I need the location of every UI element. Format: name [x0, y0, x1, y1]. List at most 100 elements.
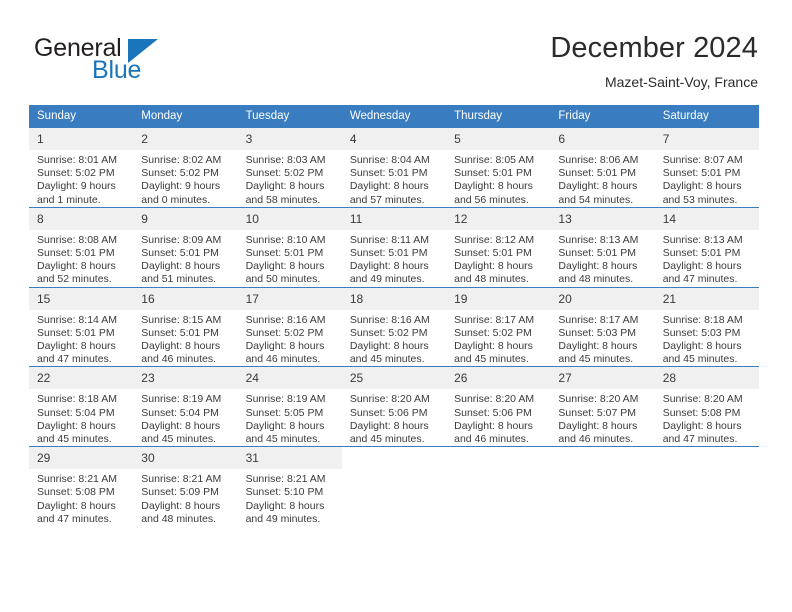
daylight-text-line2: and 54 minutes.: [558, 193, 634, 206]
daylight-text-line2: and 47 minutes.: [37, 353, 112, 366]
day-details: Sunrise: 8:18 AM Sunset: 5:03 PM Daylight:…: [655, 310, 759, 367]
sunrise-text: Sunrise: 8:20 AM: [454, 393, 535, 406]
daylight-text-line1: Daylight: 9 hours: [37, 180, 116, 193]
calendar-day-cell[interactable]: 17 Sunrise: 8:16 AM Sunset: 5:02 PM Dayligh…: [237, 286, 342, 367]
daylight-text-line1: Daylight: 8 hours: [349, 419, 429, 432]
calendar-day-cell[interactable]: 20 Sunrise: 8:17 AM Sunset: 5:03 PM Dayligh…: [550, 286, 655, 367]
day-number: 18: [341, 287, 447, 310]
calendar-day-cell[interactable]: 8 Sunrise: 8:08 AM Sunset: 5:01 PM Daylight…: [29, 206, 134, 288]
calendar-week-row: 1 Sunrise: 8:01 AM Sunset: 5:02 PM Daylight…: [29, 127, 759, 208]
daylight-text-line1: Daylight: 8 hours: [245, 260, 325, 273]
calendar-day-cell[interactable]: 2 Sunrise: 8:02 AM Sunset: 5:02 PM Daylight…: [133, 127, 238, 208]
calendar-day-cell[interactable]: 24 Sunrise: 8:19 AM Sunset: 5:05 PM Dayligh…: [237, 366, 342, 447]
sunset-text: Sunset: 5:04 PM: [141, 406, 219, 419]
calendar-day-cell[interactable]: 9 Sunrise: 8:09 AM Sunset: 5:01 PM Daylight…: [133, 206, 238, 288]
calendar-day-cell[interactable]: 13 Sunrise: 8:13 AM Sunset: 5:01 PM Dayligh…: [550, 206, 655, 288]
daylight-text-line2: and 1 minute.: [37, 193, 101, 206]
day-details: Sunrise: 8:08 AM Sunset: 5:01 PM Daylight:…: [29, 230, 133, 287]
day-number: 13: [550, 207, 655, 230]
day-number: 24: [237, 367, 342, 390]
day-number: 21: [654, 287, 759, 310]
daylight-text-line1: Daylight: 8 hours: [141, 260, 221, 273]
daylight-text-line1: Daylight: 8 hours: [558, 340, 638, 353]
calendar-day-cell[interactable]: 31 Sunrise: 8:21 AM Sunset: 5:10 PM Dayligh…: [237, 446, 342, 527]
sunset-text: Sunset: 5:02 PM: [454, 326, 532, 339]
calendar-day-cell[interactable]: 15 Sunrise: 8:14 AM Sunset: 5:01 PM Dayligh…: [29, 286, 134, 367]
daylight-text-line2: and 49 minutes.: [245, 512, 321, 525]
day-details: Sunrise: 8:20 AM Sunset: 5:06 PM Daylight:…: [446, 389, 550, 446]
day-details: Sunrise: 8:16 AM Sunset: 5:02 PM Daylight:…: [342, 310, 446, 367]
sunrise-text: Sunrise: 8:10 AM: [245, 233, 326, 246]
calendar-day-cell[interactable]: 18 Sunrise: 8:16 AM Sunset: 5:02 PM Dayligh…: [341, 286, 447, 367]
day-details: Sunrise: 8:06 AM Sunset: 5:01 PM Daylight:…: [550, 150, 654, 207]
calendar-day-cell[interactable]: 27 Sunrise: 8:20 AM Sunset: 5:07 PM Dayligh…: [550, 366, 655, 447]
day-details: Sunrise: 8:04 AM Sunset: 5:01 PM Daylight:…: [342, 150, 446, 207]
daylight-text-line2: and 50 minutes.: [245, 273, 321, 286]
day-details: Sunrise: 8:03 AM Sunset: 5:02 PM Daylight:…: [238, 150, 342, 207]
title-block: December 2024 Mazet-Saint-Voy, France: [550, 30, 758, 92]
daylight-text-line2: and 0 minutes.: [141, 193, 211, 206]
calendar-day-cell[interactable]: 1 Sunrise: 8:01 AM Sunset: 5:02 PM Daylight…: [29, 127, 134, 208]
sunrise-text: Sunrise: 8:07 AM: [662, 154, 743, 166]
calendar-day-cell-empty: [550, 446, 655, 527]
calendar-day-cell[interactable]: 4 Sunrise: 8:04 AM Sunset: 5:01 PM Daylight…: [341, 127, 447, 208]
daylight-text-line2: and 47 minutes.: [37, 512, 112, 525]
calendar-day-cell[interactable]: 11 Sunrise: 8:11 AM Sunset: 5:01 PM Dayligh…: [341, 206, 447, 288]
day-details: Sunrise: 8:01 AM Sunset: 5:02 PM Daylight:…: [29, 150, 133, 207]
calendar-day-cell[interactable]: 12 Sunrise: 8:12 AM Sunset: 5:01 PM Dayligh…: [446, 206, 551, 288]
sunrise-text: Sunrise: 8:06 AM: [558, 154, 639, 166]
sunset-text: Sunset: 5:02 PM: [349, 326, 428, 339]
calendar-day-cell[interactable]: 22 Sunrise: 8:18 AM Sunset: 5:04 PM Dayligh…: [29, 366, 134, 447]
day-number-placeholder: [654, 447, 759, 470]
sunset-text: Sunset: 5:08 PM: [37, 486, 115, 499]
day-number: 14: [654, 207, 759, 230]
daylight-text-line2: and 56 minutes.: [454, 193, 529, 206]
calendar-day-cell[interactable]: 30 Sunrise: 8:21 AM Sunset: 5:09 PM Dayligh…: [133, 446, 238, 527]
sunrise-text: Sunrise: 8:13 AM: [558, 233, 639, 246]
day-number: 4: [341, 128, 447, 150]
sunrise-text: Sunrise: 8:12 AM: [454, 233, 535, 246]
daylight-text-line2: and 46 minutes.: [558, 433, 634, 446]
general-blue-logo[interactable]: General Blue: [34, 34, 244, 90]
daylight-text-line2: and 45 minutes.: [141, 433, 216, 446]
daylight-text-line1: Daylight: 8 hours: [37, 260, 116, 273]
calendar-day-cell[interactable]: 28 Sunrise: 8:20 AM Sunset: 5:08 PM Dayligh…: [654, 366, 759, 447]
calendar-day-cell[interactable]: 7 Sunrise: 8:07 AM Sunset: 5:01 PM Daylight…: [654, 127, 759, 208]
calendar-day-cell[interactable]: 16 Sunrise: 8:15 AM Sunset: 5:01 PM Dayligh…: [133, 286, 238, 367]
daylight-text-line2: and 46 minutes.: [245, 353, 321, 366]
day-number: 28: [654, 367, 759, 390]
calendar-day-cell[interactable]: 3 Sunrise: 8:03 AM Sunset: 5:02 PM Daylight…: [237, 127, 342, 208]
day-details: Sunrise: 8:19 AM Sunset: 5:04 PM Daylight:…: [133, 389, 237, 446]
daylight-text-line1: Daylight: 8 hours: [454, 340, 533, 353]
calendar-body: 1 Sunrise: 8:01 AM Sunset: 5:02 PM Daylight…: [29, 127, 759, 527]
calendar-day-cell[interactable]: 6 Sunrise: 8:06 AM Sunset: 5:01 PM Daylight…: [550, 127, 655, 208]
calendar-day-cell[interactable]: 5 Sunrise: 8:05 AM Sunset: 5:01 PM Daylight…: [446, 127, 551, 208]
calendar-day-cell[interactable]: 26 Sunrise: 8:20 AM Sunset: 5:06 PM Dayligh…: [446, 366, 551, 447]
calendar-day-cell[interactable]: 10 Sunrise: 8:10 AM Sunset: 5:01 PM Dayligh…: [237, 206, 342, 288]
sunset-text: Sunset: 5:04 PM: [37, 406, 115, 419]
calendar-day-cell[interactable]: 21 Sunrise: 8:18 AM Sunset: 5:03 PM Dayligh…: [654, 286, 759, 367]
daylight-text-line2: and 57 minutes.: [349, 193, 425, 206]
sunrise-text: Sunrise: 8:08 AM: [37, 233, 117, 246]
sunset-text: Sunset: 5:01 PM: [558, 247, 637, 260]
calendar-day-cell[interactable]: 25 Sunrise: 8:20 AM Sunset: 5:06 PM Dayligh…: [341, 366, 447, 447]
day-details: Sunrise: 8:07 AM Sunset: 5:01 PM Daylight:…: [655, 150, 759, 207]
day-number: 6: [550, 128, 655, 150]
sunrise-text: Sunrise: 8:09 AM: [141, 233, 222, 246]
day-details: Sunrise: 8:11 AM Sunset: 5:01 PM Daylight:…: [342, 230, 446, 287]
day-number: 15: [29, 287, 134, 310]
day-number: 22: [29, 367, 134, 390]
calendar-day-cell[interactable]: 29 Sunrise: 8:21 AM Sunset: 5:08 PM Dayligh…: [29, 446, 134, 527]
day-details: Sunrise: 8:13 AM Sunset: 5:01 PM Daylight:…: [655, 230, 759, 287]
day-details: Sunrise: 8:10 AM Sunset: 5:01 PM Daylight:…: [238, 230, 342, 287]
day-number-placeholder: [550, 447, 655, 470]
daylight-text-line1: Daylight: 8 hours: [37, 499, 116, 512]
sunset-text: Sunset: 5:02 PM: [245, 167, 324, 180]
calendar-week-row: 15 Sunrise: 8:14 AM Sunset: 5:01 PM Dayligh…: [29, 286, 759, 367]
calendar-day-cell[interactable]: 14 Sunrise: 8:13 AM Sunset: 5:01 PM Dayligh…: [654, 206, 759, 288]
calendar-day-cell[interactable]: 19 Sunrise: 8:17 AM Sunset: 5:02 PM Dayligh…: [446, 286, 551, 367]
daylight-text-line1: Daylight: 8 hours: [349, 340, 429, 353]
daylight-text-line2: and 49 minutes.: [349, 273, 425, 286]
calendar-day-cell[interactable]: 23 Sunrise: 8:19 AM Sunset: 5:04 PM Dayligh…: [133, 366, 238, 447]
daylight-text-line2: and 46 minutes.: [454, 433, 529, 446]
